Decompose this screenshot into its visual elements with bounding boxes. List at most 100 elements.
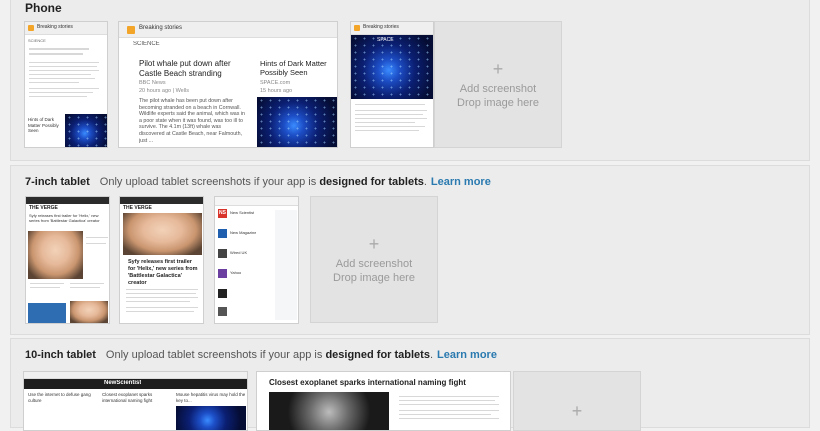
tablet10-screenshot-2[interactable]: Closest exoplanet sparks international n… xyxy=(256,371,511,431)
feed-item-2: New Magazine xyxy=(230,230,257,235)
phone-screenshot-1[interactable]: Breaking stories SCIENCE Hints of Dark M… xyxy=(24,21,108,148)
masthead-logo: NewScientist xyxy=(104,380,142,386)
verge-logo: THE VERGE xyxy=(123,205,152,211)
text-line xyxy=(29,74,91,75)
article-time: 20 hours ago | Wells xyxy=(139,88,189,94)
text-line xyxy=(399,396,499,397)
app-header xyxy=(120,197,203,204)
text-line xyxy=(29,88,99,89)
app-bar xyxy=(215,197,298,206)
phone-section: Phone Breaking stories SCIENCE Hints of … xyxy=(10,0,810,161)
app-bar: Breaking stories xyxy=(25,22,107,35)
tablet10-add-screenshot-dropzone[interactable]: + xyxy=(513,371,641,431)
text-line xyxy=(70,283,104,284)
tablet7-title: 7-inch tablet xyxy=(25,176,90,188)
feed-item-3: Wired UK xyxy=(230,250,248,255)
tablet10-header: 10-inch tablet Only upload tablet screens… xyxy=(25,349,497,361)
text-line xyxy=(355,118,427,119)
grid-cell-1: Use the internet to defuse gang culture xyxy=(28,392,91,403)
article-headline: Closest exoplanet sparks international n… xyxy=(269,378,466,387)
tablet7-screenshot-3[interactable]: NS New Scientist New Magazine Wired UK Y… xyxy=(214,196,299,324)
space-image xyxy=(65,114,107,147)
feed-icon xyxy=(218,229,227,238)
side-source: SPACE.com xyxy=(260,80,291,86)
tablet7-learn-more-link[interactable]: Learn more xyxy=(431,176,491,188)
feed-item-1: New Scientist xyxy=(230,210,255,215)
side-time: 15 hours ago xyxy=(260,88,293,94)
phone-add-screenshot-dropzone[interactable]: + Add screenshot Drop image here xyxy=(434,21,562,148)
section-label: SCIENCE xyxy=(28,38,46,43)
text-line xyxy=(29,70,99,71)
feed-icon xyxy=(218,289,227,298)
feed-list-column xyxy=(275,210,297,320)
text-line xyxy=(355,114,423,115)
tablet10-learn-more-link[interactable]: Learn more xyxy=(437,349,497,361)
text-line xyxy=(30,283,64,284)
tablet7-screenshot-1[interactable]: THE VERGE Syfy releases first trailer fo… xyxy=(25,196,110,324)
tablet7-screenshot-2[interactable]: THE VERGE Syfy releases first trailer fo… xyxy=(119,196,204,324)
app-icon xyxy=(28,25,34,31)
promo-image xyxy=(28,303,66,323)
app-icon xyxy=(127,26,135,34)
phone-screenshot-3[interactable]: Breaking stories SPACE xyxy=(350,21,434,148)
portrait-image xyxy=(123,213,202,255)
plus-icon: + xyxy=(492,58,504,79)
grid-cell-3: Mouse hepatitis virus may hold the key t… xyxy=(176,392,246,403)
article-headline: Syfy releases first trailer for 'Helix,'… xyxy=(128,259,198,286)
text-line xyxy=(355,110,427,111)
text-line xyxy=(355,122,415,123)
app-header xyxy=(26,197,109,204)
phone-screenshot-2[interactable]: Breaking stories SCIENCE Pilot whale put… xyxy=(118,21,338,148)
tile-title: Hints of Dark Matter Possibly Seen xyxy=(28,117,59,134)
text-line xyxy=(126,293,196,294)
text-line xyxy=(29,53,83,55)
text-line xyxy=(355,126,425,127)
article-source: BBC News xyxy=(139,80,166,86)
text-line xyxy=(399,404,499,405)
text-line xyxy=(126,307,198,308)
app-icon xyxy=(354,25,360,31)
text-line xyxy=(399,410,499,411)
text-line xyxy=(86,237,108,238)
thumbnail-image xyxy=(70,301,108,323)
space-image xyxy=(257,97,337,147)
text-line xyxy=(29,62,99,63)
feed-icon xyxy=(218,249,227,258)
portrait-image xyxy=(28,231,83,279)
space-label: SPACE xyxy=(377,37,394,43)
text-line xyxy=(29,82,79,83)
ns-logo: NS xyxy=(218,209,227,218)
section-label: SCIENCE xyxy=(133,41,160,47)
tablet10-note: Only upload tablet screenshots if your a… xyxy=(105,349,434,361)
text-line xyxy=(399,414,491,415)
feed-item-4: Yahoo xyxy=(230,270,242,275)
text-line xyxy=(355,104,425,105)
feed-icon xyxy=(218,269,227,278)
tablet7-add-screenshot-dropzone[interactable]: + Add screenshot Drop image here xyxy=(310,196,438,323)
dropzone-label-add: Add screenshot xyxy=(459,82,537,95)
plus-icon: + xyxy=(368,233,380,254)
article-headline: Syfy releases first trailer for 'Helix,'… xyxy=(29,213,100,223)
space-image xyxy=(351,35,433,99)
text-line xyxy=(399,418,499,419)
text-line xyxy=(126,297,198,298)
dropzone-label-drop: Drop image here xyxy=(457,96,539,109)
tablet10-screenshot-1[interactable]: NewScientist Use the internet to defuse … xyxy=(23,371,248,431)
text-line xyxy=(29,92,93,93)
phone-section-title: Phone xyxy=(25,1,62,15)
text-line xyxy=(29,66,97,67)
grid-image xyxy=(176,406,246,430)
text-line xyxy=(355,130,419,131)
text-line xyxy=(30,287,60,288)
tablet10-section: 10-inch tablet Only upload tablet screens… xyxy=(10,338,810,431)
tablet7-header: 7-inch tablet Only upload tablet screensh… xyxy=(25,176,491,188)
text-line xyxy=(126,289,198,290)
article-headline: Pilot whale put down after Castle Beach … xyxy=(139,59,231,78)
planet-image xyxy=(269,392,389,430)
tablet7-note: Only upload tablet screenshots if your a… xyxy=(99,176,427,188)
text-line xyxy=(70,287,100,288)
verge-logo: THE VERGE xyxy=(29,205,58,211)
text-line xyxy=(29,96,87,97)
plus-icon: + xyxy=(571,401,583,421)
article-body: The pilot whale has been put down after … xyxy=(139,98,245,144)
